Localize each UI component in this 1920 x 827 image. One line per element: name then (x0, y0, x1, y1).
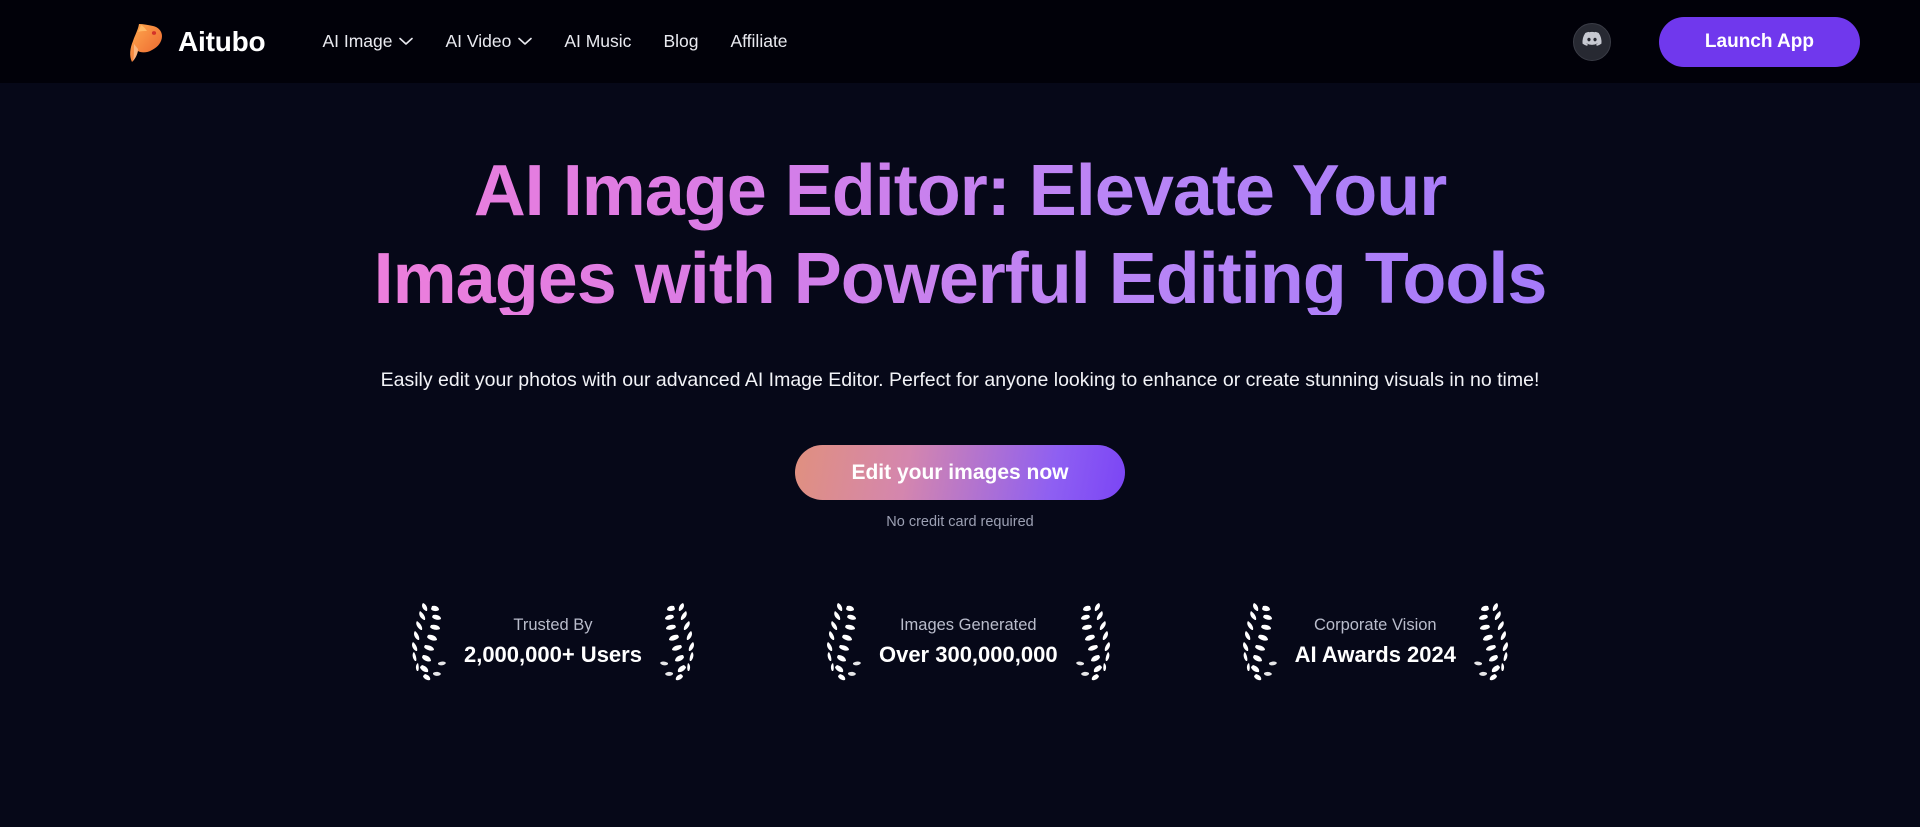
hero-section: AI Image Editor: Elevate Your Images wit… (0, 83, 1920, 684)
nav-item-affiliate[interactable]: Affiliate (730, 31, 787, 52)
stat-text: Images Generated Over 300,000,000 (879, 613, 1058, 670)
stat-value: Over 300,000,000 (878, 641, 1058, 667)
stat-text: Corporate Vision AI Awards 2024 (1295, 613, 1456, 670)
stat-label: Images Generated (899, 616, 1037, 635)
stat-images-generated: Images Generated Over 300,000,000 (817, 600, 1120, 684)
laurel-wreath-icon (1470, 600, 1518, 684)
nav-item-ai-video[interactable]: AI Video (445, 31, 533, 52)
site-header: Aitubo AI Image AI Video AI Music Blog A… (0, 0, 1920, 83)
stat-trusted-by: Trusted By 2,000,000+ Users (402, 600, 704, 684)
header-actions: Launch App (1572, 16, 1860, 67)
stat-label: Corporate Vision (1313, 616, 1437, 635)
headline-line-2: Images with Powerful Editing Tools (373, 239, 1547, 319)
chevron-down-icon (518, 37, 533, 46)
main-nav: AI Image AI Video AI Music Blog Affiliat… (322, 31, 787, 52)
launch-app-button[interactable]: Launch App (1658, 16, 1860, 67)
laurel-wreath-icon (817, 600, 865, 684)
brand-name: Aitubo (178, 25, 266, 57)
laurel-wreath-icon (402, 600, 450, 684)
nav-item-ai-music[interactable]: AI Music (564, 31, 631, 52)
stat-text: Trusted By 2,000,000+ Users (464, 613, 642, 670)
cta-container: Edit your images now No credit card requ… (0, 445, 1920, 530)
discord-icon (1581, 28, 1603, 55)
stats-row: Trusted By 2,000,000+ Users Images Gener… (0, 600, 1920, 684)
stat-label: Trusted By (513, 616, 593, 635)
nav-label: AI Video (445, 31, 512, 51)
headline-line-1: AI Image Editor: Elevate Your (473, 151, 1447, 231)
nav-label: Blog (663, 31, 699, 51)
laurel-wreath-icon (1072, 600, 1120, 684)
cta-note: No credit card required (886, 514, 1034, 530)
nav-label: AI Music (564, 31, 632, 51)
capybara-logo-icon (125, 20, 167, 64)
nav-label: AI Image (322, 31, 393, 51)
nav-label: Affiliate (730, 31, 788, 51)
chevron-down-icon (399, 37, 414, 46)
brand-logo[interactable]: Aitubo (125, 20, 266, 64)
laurel-wreath-icon (656, 600, 704, 684)
stat-value: AI Awards 2024 (1294, 641, 1457, 667)
edit-images-cta-button[interactable]: Edit your images now (795, 445, 1125, 500)
stat-value: 2,000,000+ Users (463, 641, 642, 667)
hero-subtitle: Easily edit your photos with our advance… (380, 369, 1540, 391)
discord-link[interactable] (1572, 22, 1611, 61)
laurel-wreath-icon (1233, 600, 1281, 684)
page-title: AI Image Editor: Elevate Your Images wit… (310, 155, 1610, 315)
nav-item-ai-image[interactable]: AI Image (322, 31, 414, 52)
nav-item-blog[interactable]: Blog (663, 31, 698, 52)
stat-corporate-vision: Corporate Vision AI Awards 2024 (1233, 600, 1518, 684)
